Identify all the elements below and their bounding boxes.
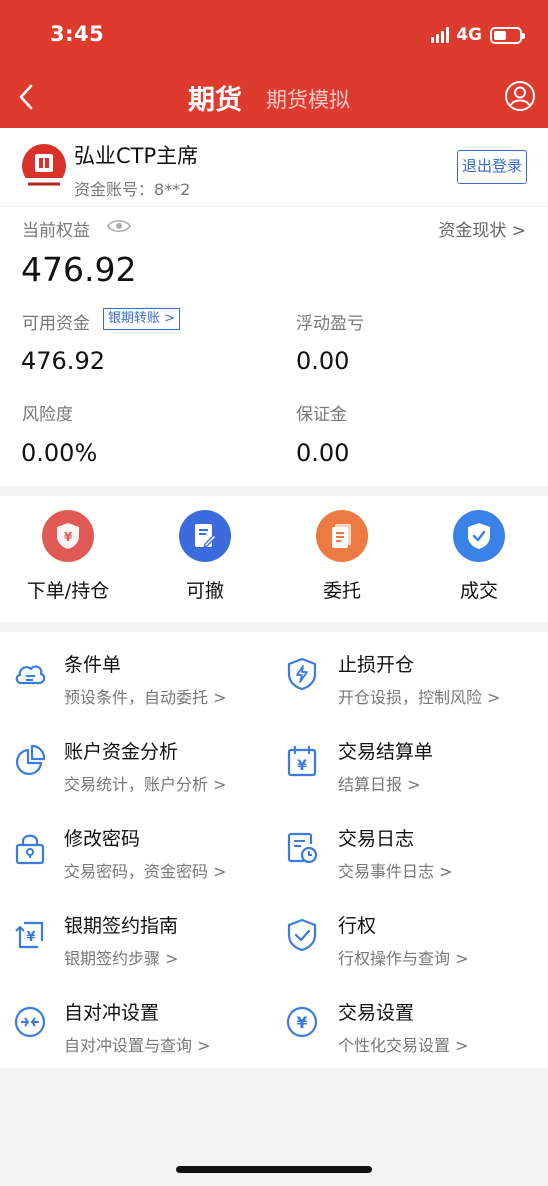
network-type: 4G [456,25,482,45]
shield-check-outline-icon [287,918,317,952]
bank-transfer-button[interactable]: 银期转账 > [103,308,181,330]
function-bank-signing-guide[interactable]: ¥ 银期签约指南 银期签约步骤 > [0,893,274,980]
risk-value: 0.00% [21,439,98,467]
function-trade-log[interactable]: 交易日志 交易事件日志 > [274,806,548,893]
svg-text:¥: ¥ [26,930,35,945]
floating-pl-label: 浮动盈亏 [296,314,364,334]
function-title: 账户资金分析 [64,741,179,763]
function-change-password[interactable]: 修改密码 交易密码，资金密码 > [0,806,274,893]
margin-label: 保证金 [296,405,347,425]
battery-icon [490,26,525,44]
function-title: 交易日志 [338,828,415,850]
nav-bar: 期货 期货模拟 [0,72,548,122]
app-header: 3:45 4G 期货 期货模拟 [0,0,548,128]
svg-text:¥: ¥ [297,758,307,774]
tab-simulation[interactable]: 期货模拟 [266,84,350,114]
function-stop-loss-open[interactable]: 止损开仓 开仓设损，控制风险 > [274,632,548,719]
function-fund-analysis[interactable]: 账户资金分析 交易统计，账户分析 > [0,719,274,806]
user-icon [505,81,535,111]
signal-icon [431,27,450,43]
divider [0,206,548,207]
shield-check-icon [453,510,505,562]
chevron-left-icon [19,84,33,110]
shield-yen-icon: ¥ [42,510,94,562]
quick-action-orders[interactable]: 委托 [277,510,407,603]
function-exercise[interactable]: 行权 行权操作与查询 > [274,893,548,980]
status-time: 3:45 [50,22,105,46]
yen-circle-icon: ¥ [286,1006,318,1038]
function-subtitle: 交易事件日志 > [338,862,453,881]
function-subtitle: 开仓设损，控制风险 > [338,688,501,707]
equity-value: 476.92 [21,250,137,289]
function-title: 交易结算单 [338,741,434,763]
equity-label: 当前权益 [22,221,90,241]
quick-action-label: 可撤 [185,580,224,602]
quick-action-trades[interactable]: 成交 [414,510,544,603]
cloud-list-icon [15,665,46,685]
function-subtitle: 行权操作与查询 > [338,949,469,968]
page-title: 期货 [188,85,242,116]
available-funds-value: 476.92 [21,347,105,375]
function-self-hedge[interactable]: 自对冲设置 自对冲设置与查询 > [0,980,274,1067]
floating-pl-value: 0.00 [296,347,350,375]
quick-action-order-position[interactable]: ¥ 下单/持仓 [3,510,133,603]
log-clock-icon [287,832,318,864]
eye-icon[interactable] [107,218,131,234]
function-title: 条件单 [64,654,122,676]
function-title: 自对冲设置 [64,1002,160,1024]
function-subtitle: 银期签约步骤 > [64,949,179,968]
margin-value: 0.00 [296,439,350,467]
quick-action-label: 下单/持仓 [26,580,110,602]
pie-chart-icon [15,744,46,776]
function-grid: 条件单 预设条件，自动委托 > 止损开仓 开仓设损，控制风险 > 账户资金分析 … [0,632,548,1068]
function-title: 行权 [338,915,377,937]
quick-action-label: 成交 [459,580,498,602]
hedge-arrows-icon [14,1006,46,1038]
function-subtitle: 结算日报 > [338,775,421,794]
function-title: 修改密码 [64,828,141,850]
function-conditional-order[interactable]: 条件单 预设条件，自动委托 > [0,632,274,719]
document-icon [316,510,368,562]
back-button[interactable] [12,80,40,114]
calendar-yen-icon: ¥ [287,745,317,777]
function-title: 止损开仓 [338,654,415,676]
shield-bolt-icon [287,657,317,691]
account-number-label: 资金账号： [74,180,155,199]
available-funds-label: 可用资金 [22,314,90,334]
quick-action-label: 委托 [322,580,361,602]
risk-label: 风险度 [22,405,73,425]
yen-transfer-icon: ¥ [15,921,44,949]
function-title: 交易设置 [338,1002,415,1024]
edit-note-icon [179,510,231,562]
lock-icon [15,834,45,865]
profile-button[interactable] [504,80,536,112]
account-number: 8**2 [154,180,191,199]
svg-text:¥: ¥ [64,530,73,544]
function-subtitle: 个性化交易设置 > [338,1036,469,1055]
function-title: 银期签约指南 [64,915,179,937]
broker-logo [20,144,68,194]
function-subtitle: 自对冲设置与查询 > [64,1036,211,1055]
fund-status-link[interactable]: 资金现状 > [438,216,526,241]
status-indicators: 4G [431,24,525,46]
logout-button[interactable]: 退出登录 [456,150,527,184]
quick-actions: ¥ 下单/持仓 可撤 委托 成交 [0,496,548,622]
home-indicator[interactable] [176,1166,372,1173]
account-card: 弘业CTP主席 资金账号：8**2 退出登录 当前权益 资金现状 > 476.9… [0,128,548,486]
function-subtitle: 交易统计，账户分析 > [64,775,227,794]
function-settlement-statement[interactable]: ¥ 交易结算单 结算日报 > [274,719,548,806]
function-subtitle: 预设条件，自动委托 > [64,688,227,707]
quick-action-cancelable[interactable]: 可撤 [140,510,270,603]
function-subtitle: 交易密码，资金密码 > [64,862,227,881]
function-trade-settings[interactable]: ¥ 交易设置 个性化交易设置 > [274,980,548,1067]
account-number-row: 资金账号：8**2 [74,176,190,200]
account-name: 弘业CTP主席 [74,144,199,168]
svg-text:¥: ¥ [296,1013,307,1032]
